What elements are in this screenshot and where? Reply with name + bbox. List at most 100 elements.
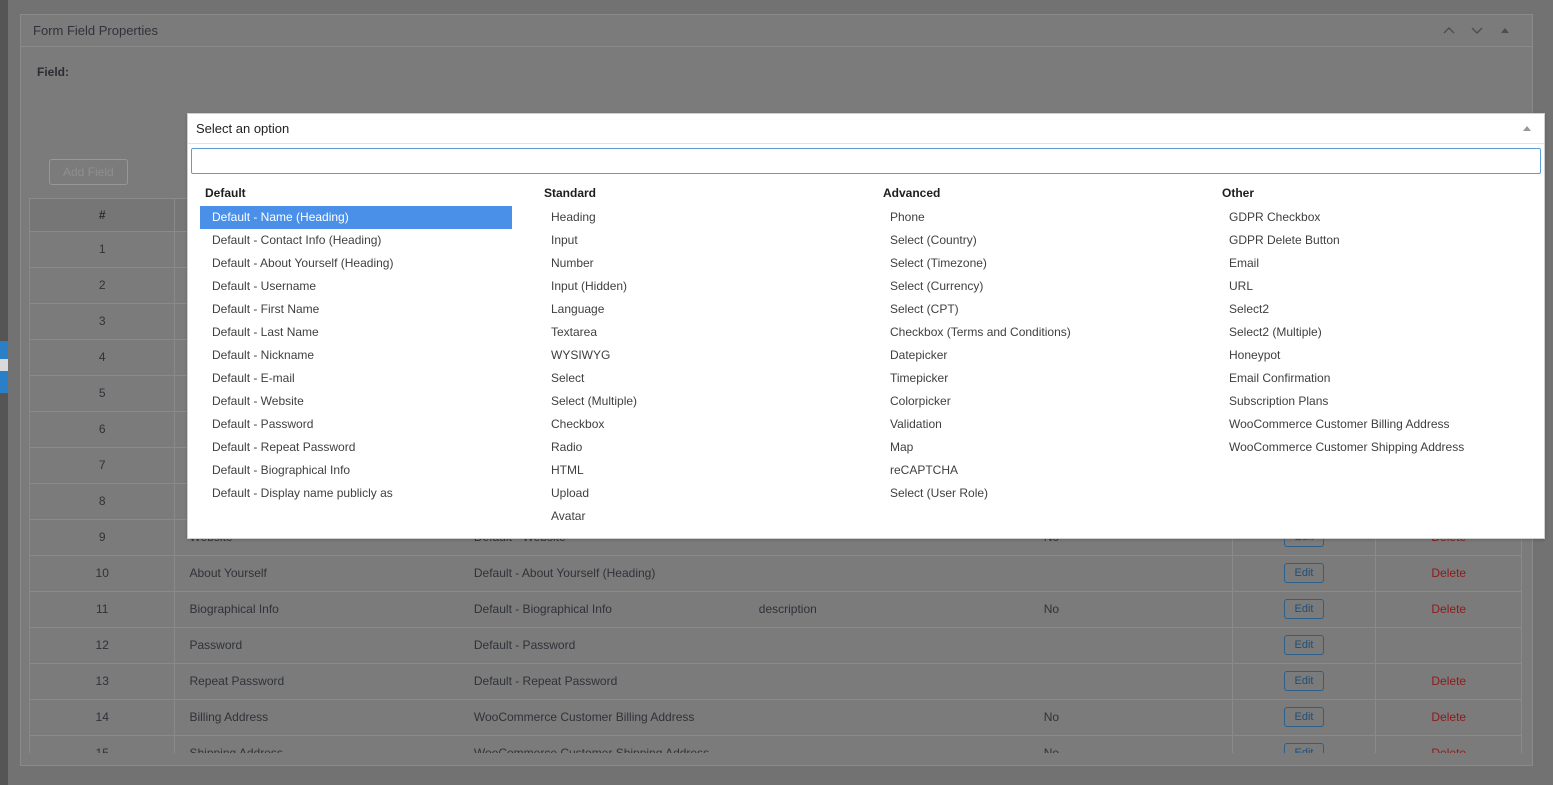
dropdown-option[interactable]: Radio: [527, 436, 866, 459]
page-title: Form Field Properties: [33, 23, 158, 38]
dropdown-option[interactable]: Default - Username: [188, 275, 527, 298]
dropdown-search-input[interactable]: [191, 148, 1541, 174]
dropdown-option[interactable]: Validation: [866, 413, 1205, 436]
dropdown-option[interactable]: WooCommerce Customer Shipping Address: [1205, 436, 1544, 459]
dropdown-option[interactable]: Upload: [527, 482, 866, 505]
dropdown-option[interactable]: Select (Currency): [866, 275, 1205, 298]
dropdown-option[interactable]: Select (Country): [866, 229, 1205, 252]
dropdown-option[interactable]: Default - E-mail: [188, 367, 527, 390]
dropdown-option[interactable]: Select (CPT): [866, 298, 1205, 321]
dropdown-option[interactable]: Default - Contact Info (Heading): [188, 229, 527, 252]
edit-button[interactable]: Edit: [1283, 635, 1325, 655]
dropdown-option-columns: Default Default - Name (Heading) Default -…: [188, 180, 1544, 538]
dropdown-option[interactable]: Phone: [866, 206, 1205, 229]
edit-button[interactable]: Edit: [1283, 671, 1325, 691]
delete-link[interactable]: Delete: [1431, 566, 1466, 580]
dropdown-option[interactable]: WooCommerce Customer Billing Address: [1205, 413, 1544, 436]
move-up-icon[interactable]: [1442, 24, 1456, 38]
cell-edit: Edit: [1231, 735, 1377, 753]
dropdown-option[interactable]: Select (Multiple): [527, 390, 866, 413]
dropdown-option[interactable]: Checkbox: [527, 413, 866, 436]
delete-link[interactable]: Delete: [1431, 710, 1466, 724]
edit-button[interactable]: Edit: [1283, 599, 1325, 619]
dropdown-option[interactable]: Default - Name (Heading): [200, 206, 512, 229]
cell-field-title: Repeat Password: [174, 663, 460, 700]
cell-field-title: Shipping Address: [174, 735, 460, 753]
delete-link[interactable]: Delete: [1431, 746, 1466, 753]
dropdown-option[interactable]: Honeypot: [1205, 344, 1544, 367]
dropdown-option[interactable]: Default - Password: [188, 413, 527, 436]
cell-row-number: 3: [30, 303, 176, 340]
dropdown-option[interactable]: Subscription Plans: [1205, 390, 1544, 413]
cell-row-number: 14: [30, 699, 176, 736]
dropdown-option[interactable]: Input (Hidden): [527, 275, 866, 298]
dropdown-option[interactable]: GDPR Delete Button: [1205, 229, 1544, 252]
dropdown-option[interactable]: Default - First Name: [188, 298, 527, 321]
move-down-icon[interactable]: [1470, 24, 1484, 38]
cell-delete: Delete: [1375, 663, 1521, 700]
dropdown-option[interactable]: Datepicker: [866, 344, 1205, 367]
dropdown-option[interactable]: Select2 (Multiple): [1205, 321, 1544, 344]
add-field-button[interactable]: Add Field: [49, 159, 128, 185]
cell-edit: Edit: [1231, 627, 1377, 664]
edit-button[interactable]: Edit: [1283, 707, 1325, 727]
cell-delete: Delete: [1375, 735, 1521, 753]
dropdown-option[interactable]: Email: [1205, 252, 1544, 275]
left-edge-accent-bottom: [0, 371, 8, 393]
dropdown-column-advanced: Advanced Phone Select (Country) Select (Tim…: [866, 180, 1205, 528]
dropdown-option[interactable]: URL: [1205, 275, 1544, 298]
dropdown-option[interactable]: Select (Timezone): [866, 252, 1205, 275]
edit-button[interactable]: Edit: [1283, 563, 1325, 583]
dropdown-option[interactable]: Default - About Yourself (Heading): [188, 252, 527, 275]
left-edge-accent-gap: [0, 359, 8, 371]
cell-delete: Delete: [1375, 591, 1521, 628]
cell-row-number: 12: [30, 627, 176, 664]
dropdown-option[interactable]: Textarea: [527, 321, 866, 344]
field-type-dropdown: Select an option Default Default - Name (…: [187, 113, 1545, 539]
cell-row-number: 2: [30, 267, 176, 304]
dropdown-option[interactable]: Default - Biographical Info: [188, 459, 527, 482]
cell-field-type: Default - Repeat Password: [459, 663, 745, 700]
cell-field-type: Default - About Yourself (Heading): [459, 555, 745, 592]
dropdown-option[interactable]: Checkbox (Terms and Conditions): [866, 321, 1205, 344]
table-row: 15 Shipping Address WooCommerce Customer S…: [30, 735, 1521, 753]
dropdown-column-other: Other GDPR Checkbox GDPR Delete Button Emai…: [1205, 180, 1544, 528]
toggle-panel-icon[interactable]: [1498, 24, 1512, 38]
dropdown-option[interactable]: Heading: [527, 206, 866, 229]
cell-field-type: WooCommerce Customer Shipping Address: [459, 735, 745, 753]
cell-row-number: 9: [30, 519, 176, 556]
dropdown-option[interactable]: Select: [527, 367, 866, 390]
cell-edit: Edit: [1231, 555, 1377, 592]
dropdown-option[interactable]: WYSIWYG: [527, 344, 866, 367]
dropdown-option[interactable]: Email Confirmation: [1205, 367, 1544, 390]
cell-row-number: 13: [30, 663, 176, 700]
dropdown-option[interactable]: GDPR Checkbox: [1205, 206, 1544, 229]
caret-up-icon[interactable]: [1520, 122, 1534, 136]
dropdown-option[interactable]: Input: [527, 229, 866, 252]
field-label: Field:: [37, 65, 69, 79]
edit-button[interactable]: Edit: [1283, 743, 1325, 753]
cell-row-number: 1: [30, 231, 176, 268]
delete-link[interactable]: Delete: [1431, 602, 1466, 616]
cell-delete: [1375, 627, 1521, 664]
dropdown-option[interactable]: Map: [866, 436, 1205, 459]
dropdown-option[interactable]: Select (User Role): [866, 482, 1205, 505]
dropdown-option[interactable]: HTML: [527, 459, 866, 482]
dropdown-option[interactable]: Default - Nickname: [188, 344, 527, 367]
dropdown-option[interactable]: Default - Repeat Password: [188, 436, 527, 459]
dropdown-option[interactable]: Default - Display name publicly as: [188, 482, 527, 505]
dropdown-option[interactable]: Default - Website: [188, 390, 527, 413]
dropdown-option[interactable]: Timepicker: [866, 367, 1205, 390]
dropdown-option[interactable]: Colorpicker: [866, 390, 1205, 413]
dropdown-option[interactable]: Default - Last Name: [188, 321, 527, 344]
dropdown-option[interactable]: Number: [527, 252, 866, 275]
delete-link[interactable]: Delete: [1431, 674, 1466, 688]
dropdown-option[interactable]: reCAPTCHA: [866, 459, 1205, 482]
cell-field-title: Password: [174, 627, 460, 664]
dropdown-option[interactable]: Language: [527, 298, 866, 321]
dropdown-option[interactable]: Select2: [1205, 298, 1544, 321]
dropdown-option[interactable]: Avatar: [527, 505, 866, 528]
cell-row-number: 6: [30, 411, 176, 448]
cell-row-number: 8: [30, 483, 176, 520]
table-row: 10 About Yourself Default - About Yourself…: [30, 555, 1521, 592]
